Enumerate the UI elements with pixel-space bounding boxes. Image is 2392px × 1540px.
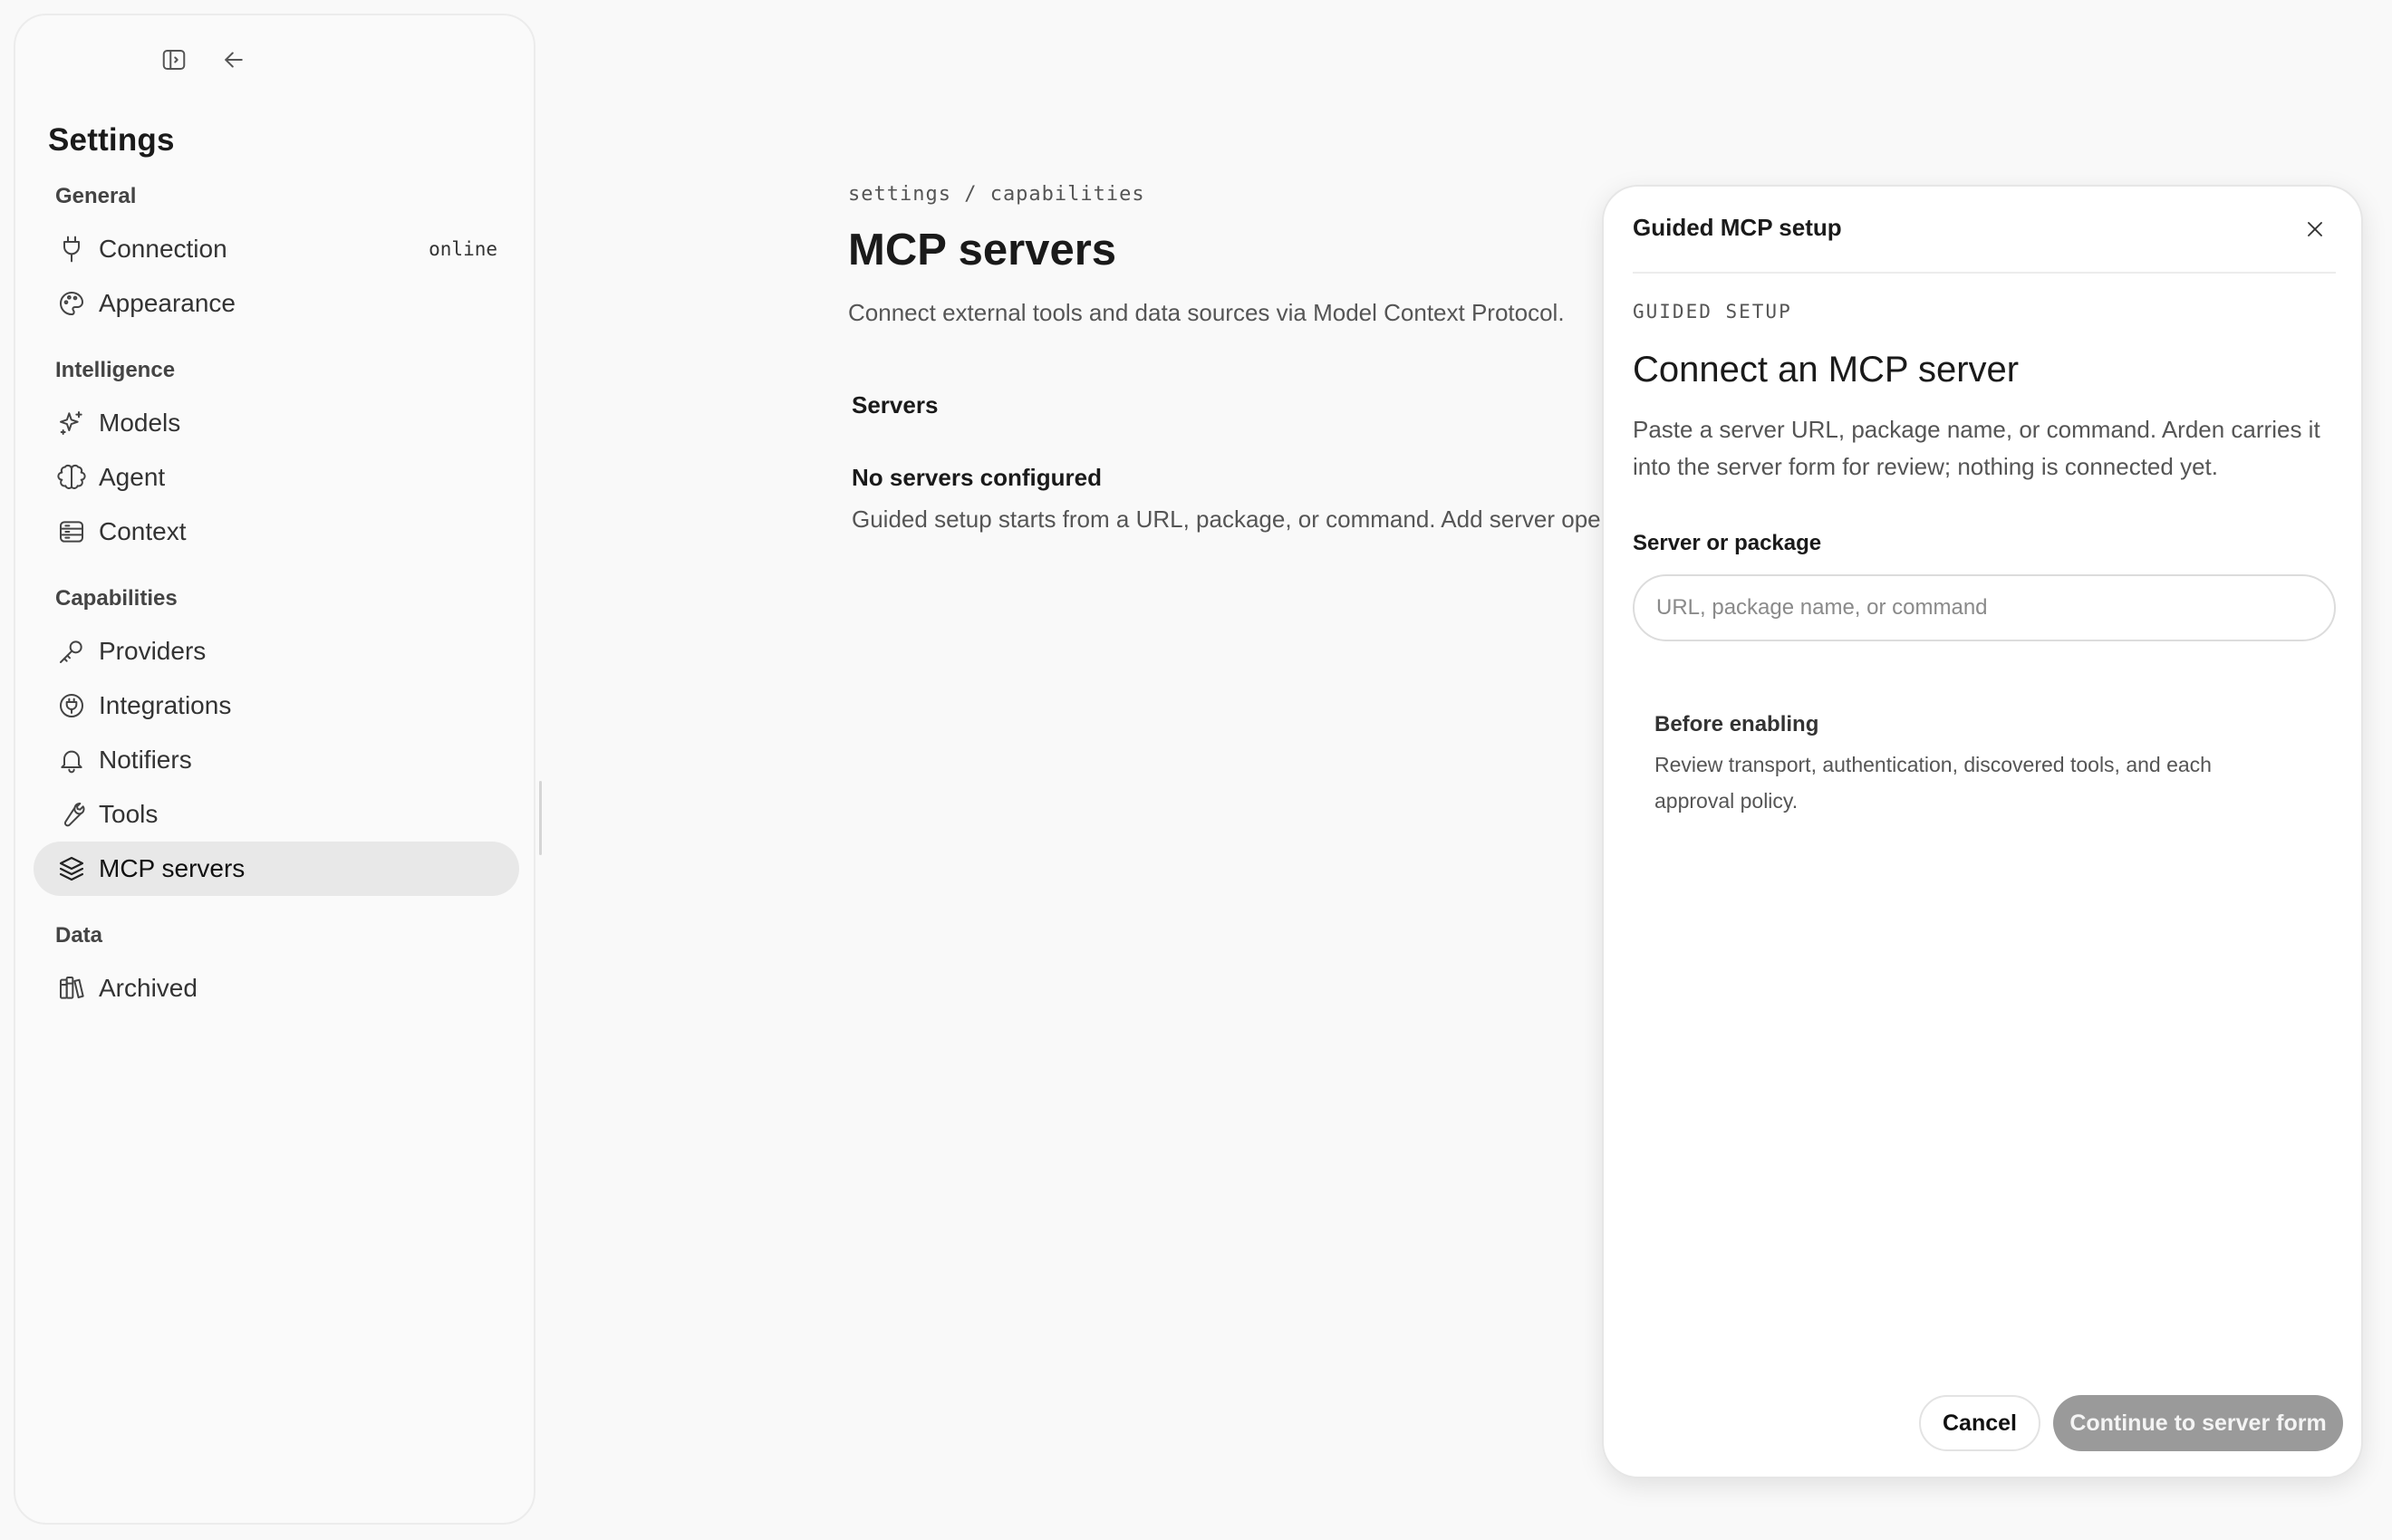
note-text: Review transport, authentication, discov… — [1654, 753, 2212, 813]
section-intelligence: Intelligence — [55, 358, 176, 382]
servers-heading: Servers — [852, 391, 939, 419]
stack-list-icon — [55, 515, 88, 548]
sidebar-item-mcp-servers[interactable]: MCP servers — [34, 842, 519, 896]
page-description: Connect external tools and data sources … — [848, 299, 1565, 326]
sidebar-item-label: MCP servers — [99, 854, 246, 882]
sidebar-item-label: Agent — [99, 463, 166, 491]
sidebar-scrollbar[interactable] — [539, 781, 542, 855]
sidebar-item-label: Archived — [99, 974, 198, 1002]
page-title: MCP servers — [848, 226, 1117, 274]
sidebar-item-label: Tools — [99, 800, 159, 828]
panel-toggle-icon[interactable] — [159, 44, 189, 75]
arrow-left-icon[interactable] — [218, 44, 249, 75]
sidebar-item-label: Providers — [99, 637, 207, 665]
connection-status-badge: online — [429, 238, 497, 260]
server-or-package-input[interactable] — [1635, 576, 2334, 640]
sidebar-item-integrations[interactable]: Integrations — [34, 679, 519, 733]
empty-state-title: No servers configured — [852, 464, 1102, 491]
sidebar-item-label: Appearance — [99, 289, 236, 317]
sidebar-item-connection[interactable]: Connection online — [34, 222, 519, 276]
empty-state-text: Guided setup starts from a URL, package,… — [852, 505, 1604, 533]
plug-circle-icon — [55, 689, 88, 722]
breadcrumb: settings / capabilities — [848, 183, 1145, 206]
sidebar-item-notifiers[interactable]: Notifiers — [34, 733, 519, 787]
sidebar-item-providers[interactable]: Providers — [34, 624, 519, 679]
dialog-title: Guided MCP setup — [1633, 214, 1842, 241]
section-capabilities: Capabilities — [55, 586, 178, 611]
continue-button[interactable]: Continue to server form — [2053, 1395, 2343, 1451]
wrench-icon — [55, 798, 88, 831]
sidebar-item-label: Models — [99, 409, 181, 437]
sidebar-item-agent[interactable]: Agent — [34, 450, 519, 505]
sidebar-title: Settings — [48, 122, 175, 158]
sidebar-item-appearance[interactable]: Appearance — [34, 276, 519, 331]
sidebar-item-label: Notifiers — [99, 746, 192, 774]
sidebar-item-label: Context — [99, 517, 187, 545]
sidebar-item-label: Integrations — [99, 691, 232, 719]
layers-icon — [55, 852, 88, 885]
dialog-heading: Connect an MCP server — [1633, 350, 2020, 390]
sidebar-item-archived[interactable]: Archived — [34, 961, 519, 1015]
guided-setup-dialog: Guided MCP setup GUIDED SETUP Connect an… — [1602, 185, 2363, 1478]
sidebar-item-tools[interactable]: Tools — [34, 787, 519, 842]
server-field-label: Server or package — [1633, 531, 1822, 555]
sidebar-item-label: Connection — [99, 235, 227, 263]
dialog-divider — [1633, 272, 2336, 274]
section-general: General — [55, 184, 137, 208]
key-icon — [55, 635, 88, 668]
plug-icon — [55, 233, 88, 265]
palette-icon — [55, 287, 88, 320]
server-input-wrapper — [1633, 574, 2336, 641]
brain-icon — [55, 461, 88, 494]
dialog-description: Paste a server URL, package name, or com… — [1633, 416, 2320, 480]
library-icon — [55, 972, 88, 1005]
sidebar-item-models[interactable]: Models — [34, 396, 519, 450]
dialog-eyebrow: GUIDED SETUP — [1633, 301, 1792, 322]
close-icon[interactable] — [2300, 214, 2330, 245]
bell-icon — [55, 744, 88, 776]
settings-sidebar: Settings General Connection online Appea… — [14, 14, 542, 1525]
section-data: Data — [55, 923, 103, 948]
cancel-button[interactable]: Cancel — [1919, 1395, 2040, 1451]
note-title: Before enabling — [1654, 712, 1819, 736]
sparkle-icon — [55, 407, 88, 439]
sidebar-item-context[interactable]: Context — [34, 505, 519, 559]
